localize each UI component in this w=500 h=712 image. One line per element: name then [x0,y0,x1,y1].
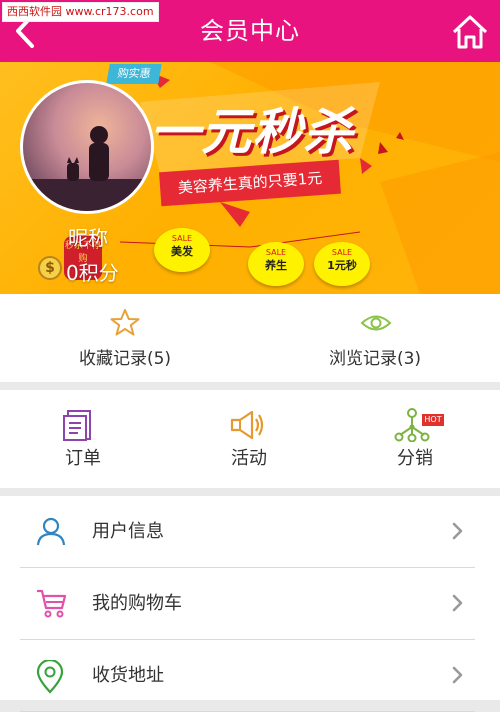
sale-badge: SALE 养生 [248,242,304,286]
hot-badge: HOT [422,414,444,426]
banner-headline: 一元秒杀 [150,103,354,161]
sale-badge-top: SALE [265,248,287,257]
records-panel: 收藏记录(5) 浏览记录(3) [0,294,500,382]
distribution-label: 分销 [397,448,433,469]
menu-item-user-info[interactable]: 用户信息 [20,496,475,568]
nickname: 昵称 [68,226,108,250]
user-icon [36,517,66,546]
coin-symbol: $ [45,260,55,276]
sale-badge-text: 美发 [171,245,193,258]
star-icon [110,309,140,336]
home-button[interactable] [450,12,490,52]
account-menu-list: 用户信息 我的购物车 收货地址 [0,496,500,712]
orders-button[interactable]: 订单 [0,390,166,488]
menu-item-label: 用户信息 [92,521,164,542]
sale-badge: SALE 美发 [154,228,210,272]
distribution-button[interactable]: 分销 [332,390,498,488]
sale-badge-top: SALE [331,248,353,257]
favorites-label: 收藏记录(5) [78,349,172,369]
menu-item-shipping-address[interactable]: 收货地址 [20,640,475,712]
site-watermark: 西西软件园 www.cr173.com [2,2,159,22]
banner-tag: 购实惠 [106,64,162,84]
menu-item-cart[interactable]: 我的购物车 [20,568,475,640]
chevron-right-icon [452,522,463,540]
avatar[interactable] [20,80,154,214]
shopping-cart-icon [37,589,67,618]
history-label: 浏览记录(3) [328,349,422,369]
activities-label: 活动 [231,448,267,469]
points-label: 0积分 [66,261,119,285]
menu-item-label: 我的购物车 [92,593,182,614]
sale-badge: SALE 1元秒 [314,242,370,286]
eye-icon [360,315,392,331]
sale-badge-text: 养生 [265,259,287,272]
avatar-silhouette-image [23,126,151,211]
menu-item-label: 收货地址 [92,665,164,686]
sale-badge-top: SALE [171,234,193,243]
home-icon [452,15,488,49]
orders-label: 订单 [65,448,101,469]
chevron-right-icon [452,666,463,684]
order-list-icon [63,410,91,441]
location-pin-icon [36,660,64,694]
favorites-record-button[interactable]: 收藏记录(5) [0,294,250,382]
shortcuts-panel: 订单 活动 分销 [0,390,500,488]
sale-badge-text: 1元秒 [327,259,357,272]
history-record-button[interactable]: 浏览记录(3) [250,294,500,382]
chevron-right-icon [452,594,463,612]
activities-button[interactable]: 活动 [166,390,332,488]
megaphone-icon [230,410,264,440]
